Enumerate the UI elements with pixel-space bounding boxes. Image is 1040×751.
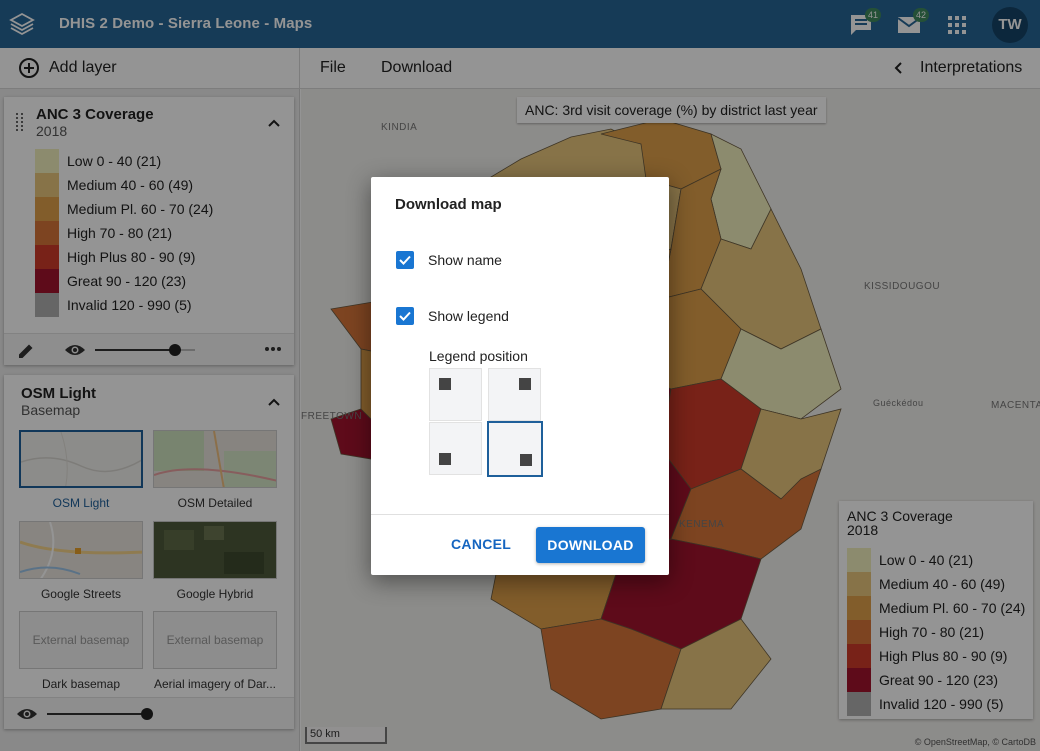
position-marker <box>439 378 451 390</box>
cancel-button[interactable]: CANCEL <box>451 536 511 552</box>
show-name-label[interactable]: Show name <box>428 252 502 268</box>
dialog-title: Download map <box>395 196 502 213</box>
checkmark-icon <box>399 311 411 321</box>
show-name-checkbox[interactable] <box>396 251 414 269</box>
legend-position-bottom-right[interactable] <box>487 421 543 477</box>
legend-position-top-left[interactable] <box>429 368 482 421</box>
download-button[interactable]: DOWNLOAD <box>536 527 645 563</box>
download-map-dialog: Download map Show name Show legend Legen… <box>371 177 669 575</box>
dialog-divider <box>371 514 669 515</box>
position-marker <box>519 378 531 390</box>
legend-position-bottom-left[interactable] <box>429 422 482 475</box>
show-legend-checkbox[interactable] <box>396 307 414 325</box>
position-marker <box>439 453 451 465</box>
show-legend-label[interactable]: Show legend <box>428 308 509 324</box>
checkmark-icon <box>399 255 411 265</box>
legend-position-top-right[interactable] <box>488 368 541 421</box>
position-marker <box>520 454 532 466</box>
legend-position-label: Legend position <box>429 348 528 364</box>
